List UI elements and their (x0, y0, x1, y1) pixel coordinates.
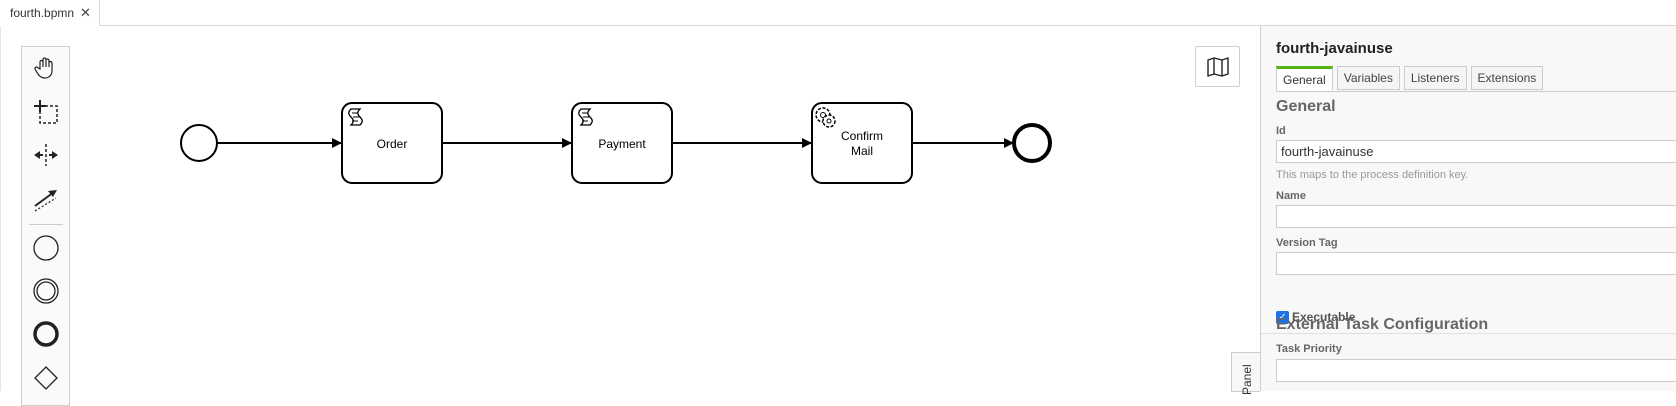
tabs-divider (1276, 91, 1676, 92)
properties-panel: fourth-javainuse General Variables Liste… (1260, 26, 1676, 391)
task-label: Payment (598, 137, 646, 151)
tab-listeners[interactable]: Listeners (1403, 66, 1467, 90)
task-payment[interactable]: Payment (571, 102, 673, 184)
version-tag-field[interactable] (1276, 252, 1676, 275)
file-tab-label: fourth.bpmn (10, 6, 75, 20)
id-label: Id (1276, 125, 1286, 137)
properties-tabs: General Variables Listeners Extensions (1276, 66, 1547, 92)
task-label: Confirm (841, 129, 883, 143)
group-title-external-task: External Task Configuration (1276, 316, 1489, 333)
name-field[interactable] (1276, 205, 1676, 228)
task-label: Mail (851, 144, 873, 158)
space-tool-icon[interactable] (31, 140, 61, 170)
task-priority-field[interactable] (1276, 359, 1676, 382)
task-order[interactable]: Order (341, 102, 443, 184)
diagram-canvas[interactable]: Order Payment Confirm Mail (0, 26, 1260, 406)
tool-palette (21, 46, 70, 406)
palette-separator (29, 224, 63, 225)
minimap-toggle-button[interactable] (1195, 46, 1240, 87)
properties-panel-toggle[interactable]: Panel (1231, 352, 1260, 395)
file-tab-bar: fourth.bpmn ✕ (0, 0, 1676, 26)
id-field[interactable] (1276, 140, 1676, 163)
tab-variables[interactable]: Variables (1336, 66, 1400, 90)
bpmn-diagram: Order Payment Confirm Mail (180, 102, 1052, 184)
map-icon (1206, 56, 1229, 77)
file-tab[interactable]: fourth.bpmn ✕ (0, 0, 100, 26)
tab-general[interactable]: General (1276, 66, 1333, 91)
name-label: Name (1276, 190, 1306, 202)
tab-extensions[interactable]: Extensions (1470, 66, 1544, 90)
global-connect-tool-icon[interactable] (31, 183, 61, 213)
task-label: Order (377, 137, 408, 151)
create-gateway-icon[interactable] (31, 363, 61, 393)
panel-toggle-label: Panel (1240, 364, 1254, 395)
id-hint: This maps to the process definition key. (1276, 169, 1469, 181)
task-priority-label: Task Priority (1276, 343, 1342, 355)
start-event[interactable] (180, 124, 218, 162)
version-tag-label: Version Tag (1276, 237, 1338, 249)
create-end-event-icon[interactable] (31, 319, 61, 349)
task-confirm-mail[interactable]: Confirm Mail (811, 102, 913, 184)
create-start-event-icon[interactable] (31, 233, 61, 263)
lasso-tool-icon[interactable] (31, 97, 61, 127)
hand-tool-icon[interactable] (31, 53, 61, 83)
create-intermediate-event-icon[interactable] (31, 276, 61, 306)
properties-title: fourth-javainuse (1276, 40, 1393, 57)
end-event[interactable] (1012, 123, 1052, 163)
group-title-general: General (1276, 98, 1336, 115)
close-icon[interactable]: ✕ (80, 5, 91, 21)
